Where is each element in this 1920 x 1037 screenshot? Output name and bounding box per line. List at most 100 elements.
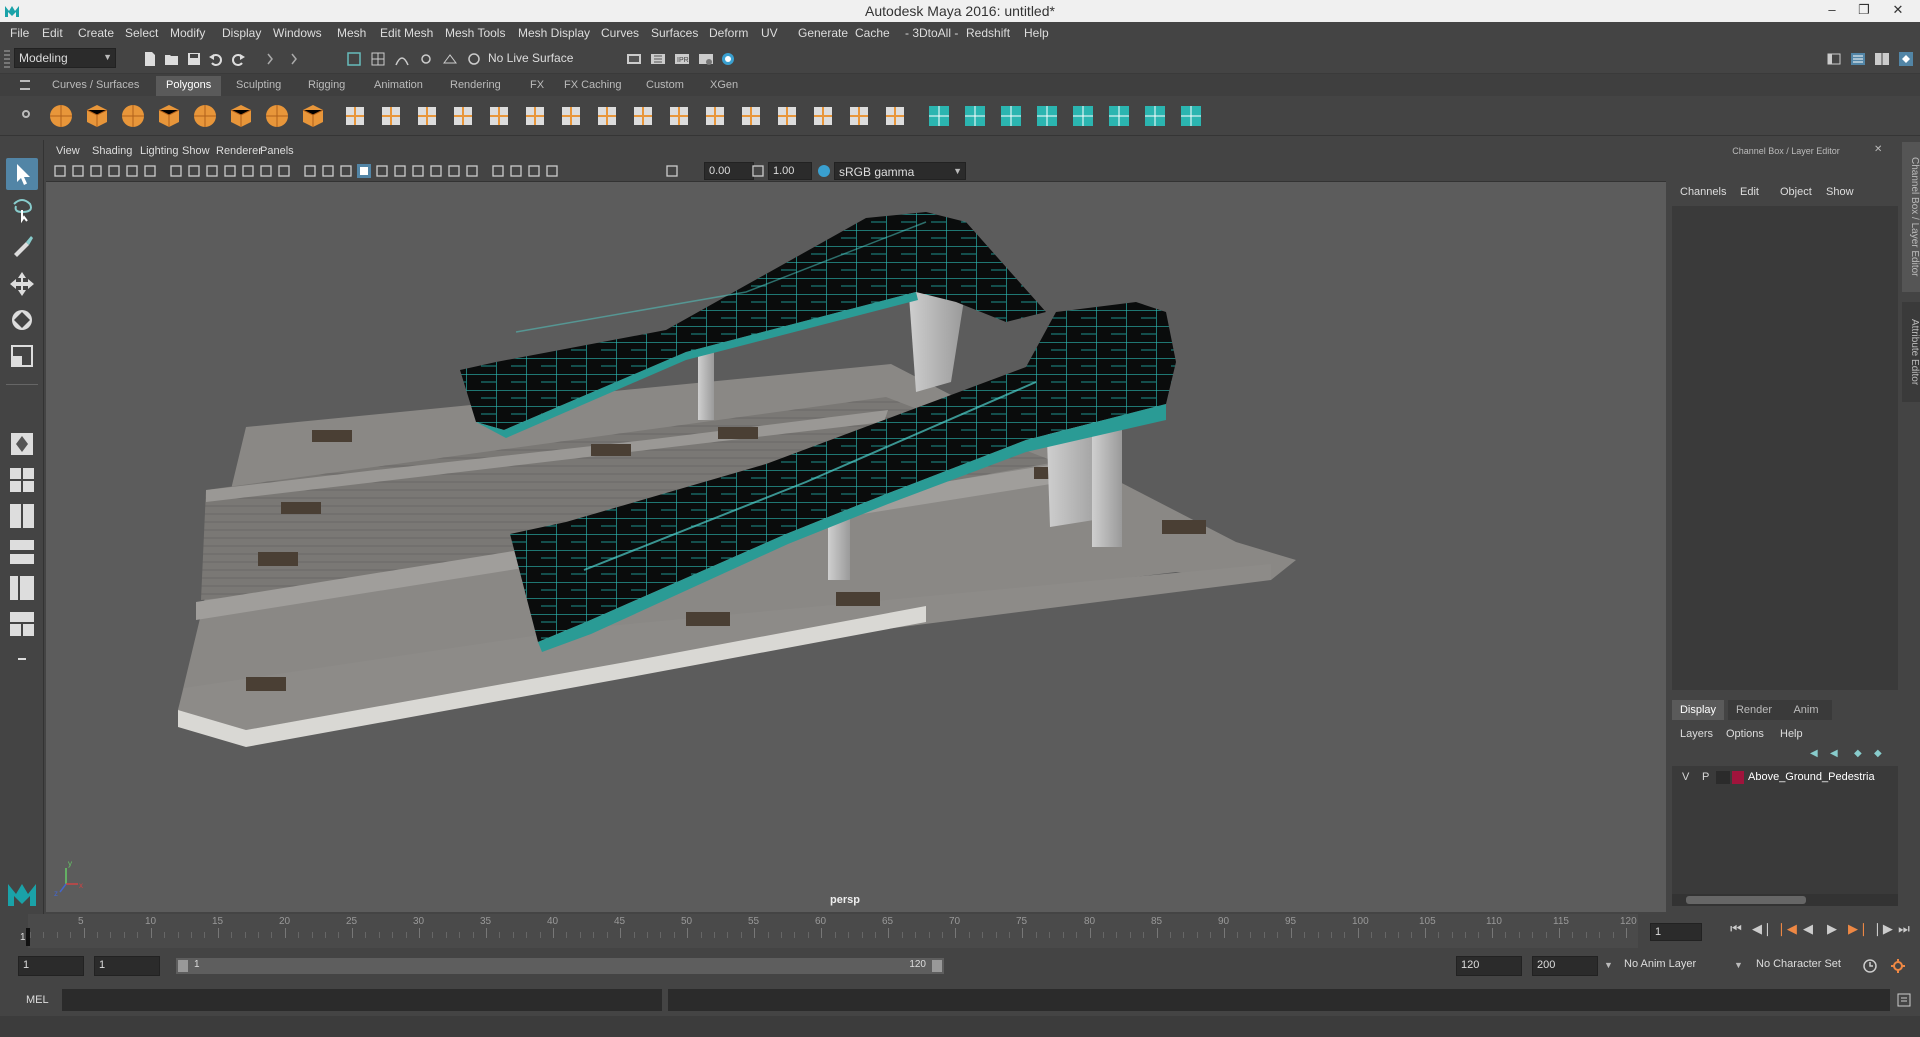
automatic-mapping-icon[interactable] [1032,101,1062,131]
panel-menu-show[interactable]: Show [182,145,210,157]
minimize-button[interactable]: – [1818,2,1846,20]
safe-action-icon[interactable] [258,163,274,179]
custom-layout-button[interactable] [8,648,36,670]
step-forward-key-icon[interactable]: ▶❘ [1848,921,1869,937]
character-set-selector[interactable]: No Character Set [1756,958,1841,970]
move-layer-up-icon[interactable]: ◀ [1810,748,1818,759]
xray-joints-icon[interactable] [526,163,542,179]
resolution-gate-icon[interactable] [204,163,220,179]
planar-mapping-icon[interactable] [924,101,954,131]
poly-sphere-icon[interactable] [46,101,76,131]
render-current-frame-icon[interactable] [650,51,666,67]
auto-key-icon[interactable] [1862,958,1878,974]
layer-playback-toggle[interactable]: P [1702,771,1709,783]
menu-curves[interactable]: Curves [601,26,639,40]
menu-display[interactable]: Display [222,26,261,40]
shelf-tab-sculpting[interactable]: Sculpting [226,76,291,96]
smooth-icon[interactable] [484,101,514,131]
shadows-icon[interactable] [392,163,408,179]
menu-edit-mesh[interactable]: Edit Mesh [380,26,433,40]
uv-layout-icon[interactable] [1104,101,1134,131]
field-chart-icon[interactable] [240,163,256,179]
poly-torus-icon[interactable] [226,101,256,131]
snap-view-plane-icon[interactable] [442,51,458,67]
panel-menu-lighting[interactable]: Lighting [140,145,179,157]
menu-edit[interactable]: Edit [42,26,63,40]
menu-create[interactable]: Create [78,26,114,40]
channel-box-menu-show[interactable]: Show [1826,186,1854,198]
xray-components-icon[interactable] [544,163,560,179]
multi-cut-icon[interactable] [808,101,838,131]
wireframe-icon[interactable] [302,163,318,179]
chevron-down-icon[interactable]: ▼ [1604,960,1613,970]
modeling-toolkit-icon[interactable] [1898,51,1914,67]
offset-edge-loop-icon[interactable] [844,101,874,131]
separate-icon[interactable] [376,101,406,131]
image-plane-icon[interactable] [106,163,122,179]
menu-deform[interactable]: Deform [709,26,748,40]
anim-layer-selector[interactable]: No Anim Layer [1624,958,1696,970]
3d-viewport[interactable]: y x z persp [46,182,1666,912]
workspace-icon[interactable] [1826,51,1842,67]
view-transform-dropdown[interactable]: sRGB gamma ▼ [834,162,966,180]
select-by-hierarchy-icon[interactable] [346,51,362,67]
fill-hole-icon[interactable] [736,101,766,131]
default-material-icon[interactable] [338,163,354,179]
ipr-render-icon[interactable]: IPR [674,51,690,67]
open-scene-icon[interactable] [164,51,180,67]
layer-menu-help[interactable]: Help [1780,728,1803,740]
mode-selector[interactable]: Modeling ▼ [14,48,116,68]
exposure-icon[interactable] [664,163,680,179]
poly-pyramid-icon[interactable] [262,101,292,131]
current-time-marker[interactable] [26,928,30,946]
textured-icon[interactable] [356,163,372,179]
panel-menu-shading[interactable]: Shading [92,145,132,157]
animation-end-field[interactable]: 200 [1532,956,1598,976]
poly-pipe-icon[interactable] [298,101,328,131]
hypershade-icon[interactable] [720,51,736,67]
make-hole-icon[interactable] [772,101,802,131]
layer-tab-render[interactable]: Render [1728,700,1780,720]
safe-title-icon[interactable] [276,163,292,179]
two-view-layout-button[interactable] [8,502,36,530]
layer-menu-options[interactable]: Options [1726,728,1764,740]
motion-blur-icon[interactable] [428,163,444,179]
menu-mesh-display[interactable]: Mesh Display [518,26,590,40]
move-layer-down-icon[interactable]: ◀ [1830,748,1838,759]
script-editor-icon[interactable] [1896,992,1912,1008]
hypershade-layout-button[interactable] [8,610,36,638]
snap-curve-icon[interactable] [394,51,410,67]
layer-tab-display[interactable]: Display [1672,700,1724,720]
new-scene-icon[interactable] [142,51,158,67]
panel-menu-renderer[interactable]: Renderer [216,145,262,157]
time-slider[interactable]: 5 10 15 20 25 30 35 40 45 50 55 60 65 70 75 80 85 90 95 100… [0,914,1920,948]
shelf-tab-fx[interactable]: FX [520,76,554,96]
channel-box-toggle-icon[interactable] [1874,51,1890,67]
poly-cylinder-icon[interactable] [118,101,148,131]
close-icon[interactable]: ✕ [1874,144,1882,155]
range-bar[interactable]: 1 120 [176,958,944,974]
channel-box-menu-object[interactable]: Object [1780,186,1812,198]
playback-start-field[interactable]: 1 [94,956,160,976]
shelf-tab-rigging[interactable]: Rigging [298,76,355,96]
menu-cache[interactable]: Cache [855,26,890,40]
panel-menu-panels[interactable]: Panels [260,145,294,157]
menu-select[interactable]: Select [125,26,158,40]
grease-pencil-icon[interactable] [142,163,158,179]
select-tool[interactable] [6,158,38,190]
menu-surfaces[interactable]: Surfaces [651,26,698,40]
range-end-handle[interactable] [932,960,942,972]
spherical-mapping-icon[interactable] [996,101,1026,131]
move-tool[interactable] [6,268,38,300]
rotate-tool[interactable] [6,304,38,336]
channel-box-area[interactable] [1672,206,1898,690]
camera-attributes-icon[interactable] [70,163,86,179]
current-frame-field[interactable]: 1 [1650,923,1702,941]
outliner-layout-button[interactable] [8,538,36,566]
step-back-icon[interactable]: ◀❘ [1752,921,1773,937]
poly-cube-icon[interactable] [82,101,112,131]
depth-of-field-icon[interactable] [464,163,480,179]
average-vertices-icon[interactable] [520,101,550,131]
play-backward-icon[interactable]: ◀ [1800,921,1816,937]
film-gate-icon[interactable] [186,163,202,179]
